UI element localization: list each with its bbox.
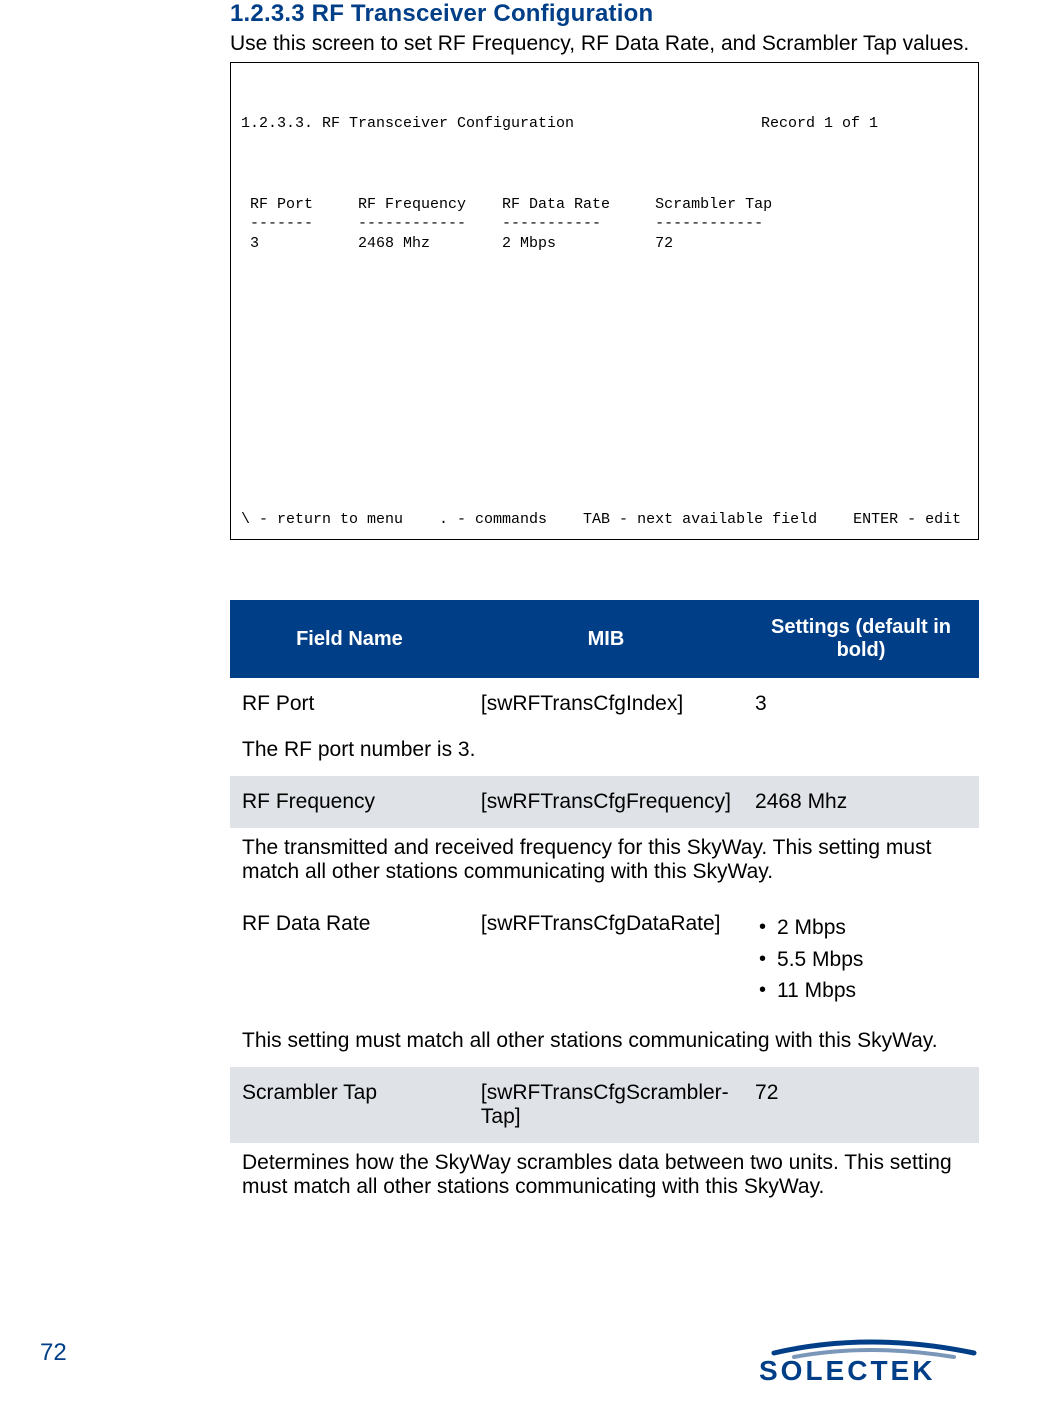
- table-desc-row: This setting must match all other statio…: [230, 1021, 979, 1067]
- table-row: RF Port [swRFTransCfgIndex] 3: [230, 678, 979, 730]
- cell-field-name: Scrambler Tap: [230, 1067, 469, 1143]
- table-row: RF Frequency [swRFTransCfgFrequency] 246…: [230, 776, 979, 828]
- brand-logo: SOLECTEK: [759, 1337, 979, 1387]
- cell-description: Determines how the SkyWay scrambles data…: [230, 1143, 979, 1213]
- page-number: 72: [40, 1339, 67, 1367]
- cell-field-name: RF Data Rate: [230, 898, 469, 1021]
- table-row: Scrambler Tap [swRFTransCfgScrambler-Tap…: [230, 1067, 979, 1143]
- cell-mib: [swRFTransCfgIndex]: [469, 678, 743, 730]
- table-row: RF Data Rate [swRFTransCfgDataRate] 2 Mb…: [230, 898, 979, 1021]
- cell-mib: [swRFTransCfgDataRate]: [469, 898, 743, 1021]
- cell-settings: 2468 Mhz: [743, 776, 979, 828]
- cell-description: This setting must match all other statio…: [230, 1021, 979, 1067]
- col-header-field-name: Field Name: [230, 600, 469, 678]
- section-heading: 1.2.3.3 RF Transceiver Configuration: [230, 0, 979, 28]
- cell-description: The transmitted and received frequency f…: [230, 828, 979, 898]
- terminal-title: 1.2.3.3. RF Transceiver Configuration: [241, 114, 761, 134]
- intro-text: Use this screen to set RF Frequency, RF …: [230, 32, 979, 56]
- cell-mib: [swRFTransCfgScrambler-Tap]: [469, 1067, 743, 1143]
- cell-mib: [swRFTransCfgFrequency]: [469, 776, 743, 828]
- terminal-columns: RF Port RF Frequency RF Data Rate Scramb…: [241, 195, 968, 254]
- settings-list-item: 5.5 Mbps: [755, 944, 967, 976]
- cell-settings: 72: [743, 1067, 979, 1143]
- col-header-settings: Settings (default in bold): [743, 600, 979, 678]
- terminal-footer: \ - return to menu . - commands TAB - ne…: [241, 510, 968, 530]
- cell-field-name: RF Port: [230, 678, 469, 730]
- table-desc-row: Determines how the SkyWay scrambles data…: [230, 1143, 979, 1213]
- cell-field-name: RF Frequency: [230, 776, 469, 828]
- settings-list-item: 2 Mbps: [755, 912, 967, 944]
- field-definition-table: Field Name MIB Settings (default in bold…: [230, 600, 979, 1213]
- brand-logo-text: SOLECTEK: [759, 1355, 979, 1387]
- table-desc-row: The RF port number is 3.: [230, 730, 979, 776]
- terminal-record-indicator: Record 1 of 1: [761, 114, 968, 134]
- cell-settings: 2 Mbps 5.5 Mbps 11 Mbps: [743, 898, 979, 1021]
- terminal-screen: 1.2.3.3. RF Transceiver Configuration Re…: [230, 62, 979, 540]
- cell-description: The RF port number is 3.: [230, 730, 979, 776]
- cell-settings: 3: [743, 678, 979, 730]
- table-desc-row: The transmitted and received frequency f…: [230, 828, 979, 898]
- col-header-mib: MIB: [469, 600, 743, 678]
- settings-list-item: 11 Mbps: [755, 975, 967, 1007]
